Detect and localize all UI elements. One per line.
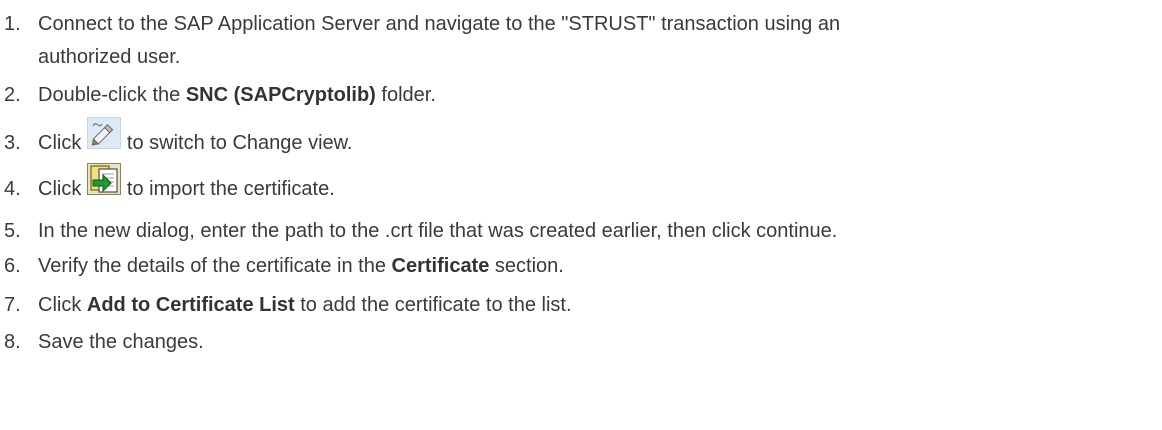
- step-text-pre: Verify the details of the certificate in…: [38, 255, 392, 277]
- step-text-post: to switch to Change view.: [126, 132, 353, 154]
- step-number: 4.: [4, 178, 21, 200]
- step-text: In the new dialog, enter the path to the…: [38, 220, 838, 242]
- step-text-pre: Double-click the: [38, 84, 186, 106]
- step-1: 1. Connect to the SAP Application Server…: [0, 8, 1162, 74]
- step-number: 3.: [4, 132, 21, 154]
- step-2: 2. Double-click the SNC (SAPCryptolib) f…: [0, 79, 1162, 112]
- step-7: 7. Click Add to Certificate List to add …: [0, 289, 1162, 322]
- step-4: 4. Click to import the certificate.: [0, 163, 1162, 206]
- step-text-pre: Click: [38, 132, 87, 154]
- step-8: 8. Save the changes.: [0, 326, 1162, 359]
- step-text-pre: Click: [38, 178, 87, 200]
- import-certificate-icon: [86, 163, 121, 206]
- step-text-line-1: Connect to the SAP Application Server an…: [38, 13, 841, 35]
- step-text-post: folder.: [375, 84, 436, 106]
- step-text-post: to add the certificate to the list.: [294, 294, 572, 316]
- step-6: 6. Verify the details of the certificate…: [0, 250, 1162, 283]
- step-5: 5. In the new dialog, enter the path to …: [0, 215, 1162, 248]
- step-text: Connect to the SAP Application Server an…: [38, 8, 1162, 74]
- step-text: Save the changes.: [38, 331, 204, 353]
- step-number: 7.: [4, 294, 21, 316]
- pencil-edit-icon: [86, 117, 121, 160]
- step-text: Double-click the SNC (SAPCryptolib) fold…: [38, 79, 1162, 112]
- step-3: 3. Click to switch to Change view.: [0, 117, 1162, 160]
- step-text: Click to switch to Change view.: [38, 117, 1162, 160]
- step-text: Verify the details of the certificate in…: [38, 250, 1162, 283]
- step-number: 5.: [4, 220, 21, 242]
- step-number: 2.: [4, 84, 21, 106]
- step-text-pre: Click: [38, 294, 87, 316]
- step-number: 1.: [4, 13, 21, 35]
- step-text: Click Add to Certificate List to add the…: [38, 289, 1162, 322]
- step-text-post: section.: [489, 255, 564, 277]
- add-to-certificate-list-label: Add to Certificate List: [86, 294, 295, 316]
- step-number: 6.: [4, 255, 21, 277]
- step-number: 8.: [4, 331, 21, 353]
- step-text: Click to import the certificate.: [38, 163, 1162, 206]
- certificate-section-label: Certificate: [391, 255, 490, 277]
- snc-folder-label: SNC (SAPCryptolib): [185, 84, 376, 106]
- step-text-line-2: authorized user.: [38, 46, 181, 68]
- step-text-post: to import the certificate.: [126, 178, 335, 200]
